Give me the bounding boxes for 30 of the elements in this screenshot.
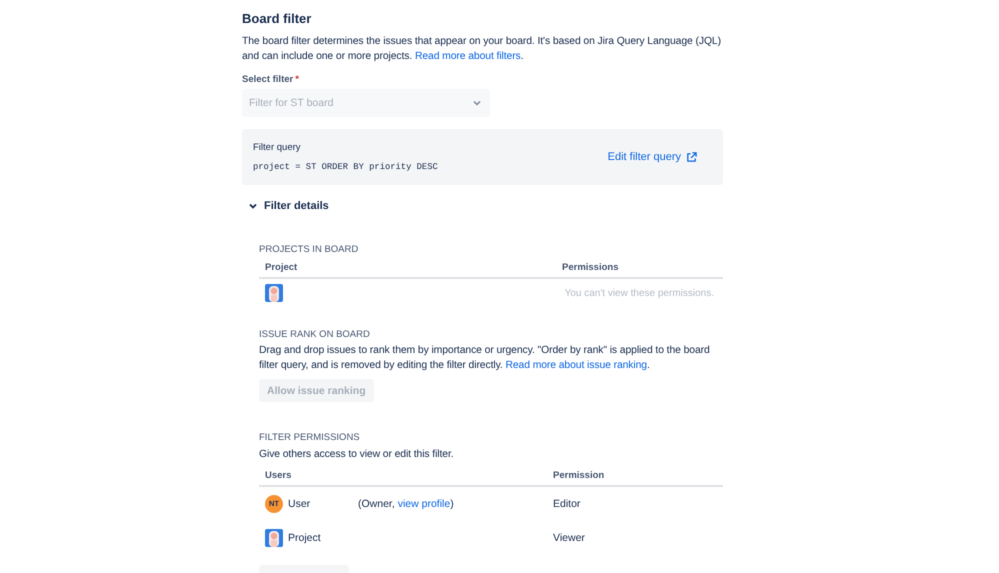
rank-description: Drag and drop issues to rank them by importance or urgency. "Order by rank" is applied to the board filter query, and is removed by editing the filter directly. Read more about issue ranking. bbox=[259, 344, 711, 372]
edit-query-link[interactable]: Edit filter query bbox=[608, 151, 697, 163]
column-header: Permissions bbox=[562, 262, 620, 273]
read-more-link[interactable]: Read more about issue ranking bbox=[505, 360, 647, 370]
principal-name: User bbox=[288, 498, 312, 510]
section-heading: FILTER PERMISSIONS bbox=[259, 432, 361, 443]
section-heading: ISSUE RANK ON BOARD bbox=[259, 329, 371, 340]
query-text: project = ST ORDER BY priority DESC bbox=[253, 162, 438, 172]
read-more-link[interactable]: Read more about filters bbox=[414, 50, 521, 62]
project-avatar-icon bbox=[265, 284, 283, 302]
view-profile-link[interactable]: view profile bbox=[398, 498, 450, 510]
section-heading: PROJECTS IN BOARD bbox=[259, 244, 360, 255]
filter-details-toggle[interactable]: Filter details bbox=[248, 200, 329, 212]
owner-note: (Owner, view profile) bbox=[358, 498, 454, 510]
field-label: Select filter * bbox=[242, 74, 300, 85]
chevron-icon bbox=[248, 201, 258, 211]
permission-value: Editor bbox=[553, 498, 582, 510]
project-avatar-icon bbox=[265, 528, 283, 546]
chevron-down-icon bbox=[472, 98, 482, 108]
column-header: Permission bbox=[553, 470, 606, 480]
column-header: Project bbox=[265, 262, 298, 273]
principal-name: Project bbox=[288, 532, 322, 544]
permission-value: Viewer bbox=[553, 532, 586, 544]
column-header: Users bbox=[265, 470, 292, 480]
external-link-icon bbox=[686, 152, 697, 162]
description-text: The board filter determines the issues that appear on your board. It's based on Jira Query Language (JQL) and can include one or more projects. Read more about filters. bbox=[242, 35, 722, 64]
permissions-description: Give others access to view or edit this filter. bbox=[259, 448, 455, 462]
permissions-note: You can't view these permissions. bbox=[564, 288, 715, 298]
section-title: Board filter bbox=[242, 11, 312, 26]
query-label: Filter query bbox=[253, 142, 302, 153]
